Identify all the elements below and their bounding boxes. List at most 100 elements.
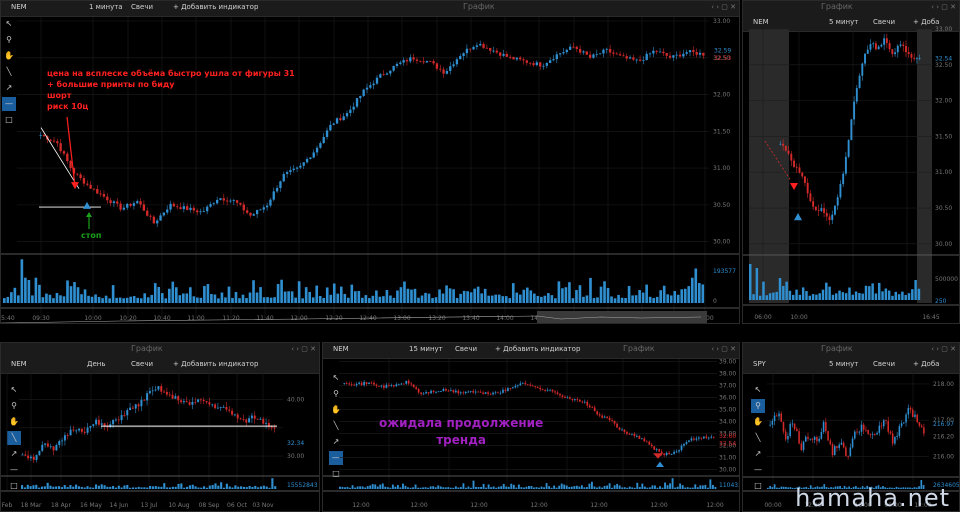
price-axis-label: 31.50 — [935, 133, 952, 140]
volume-bar — [690, 277, 694, 303]
candle — [658, 449, 661, 452]
candle — [705, 436, 708, 438]
volume-bar — [798, 294, 802, 300]
volume-bar — [917, 288, 921, 300]
candle — [157, 386, 160, 390]
chart-canvas[interactable]: 33.00 32.50 32.00 31.50 31.00 30.50 30.00 32.54… — [743, 1, 960, 324]
volume-bar — [494, 294, 498, 303]
volume-bar — [686, 487, 689, 489]
candle — [432, 61, 435, 64]
volume-bar — [83, 487, 86, 489]
candle — [415, 59, 419, 61]
candle — [844, 156, 847, 174]
candle — [462, 53, 465, 57]
candle — [259, 209, 262, 211]
volume-bar — [627, 286, 631, 303]
candle — [675, 54, 678, 56]
candle — [847, 456, 849, 457]
candle — [119, 203, 122, 210]
candle — [252, 214, 255, 216]
candle — [345, 383, 348, 384]
volume-bar — [636, 482, 639, 489]
volume-bar — [767, 487, 769, 489]
chart-canvas[interactable]: 40.00 32.34 30.00 15552843 Feb 18 Mar 18 Apr 16… — [1, 343, 320, 512]
candle — [225, 406, 228, 410]
candle — [773, 415, 776, 422]
time-axis-label: 12:00 — [352, 502, 369, 509]
candle — [586, 401, 589, 406]
candle — [52, 140, 56, 142]
candle — [845, 447, 847, 457]
candle — [628, 57, 632, 59]
candle — [645, 441, 648, 443]
candle — [315, 147, 319, 153]
volume-bar — [821, 289, 825, 300]
volume-bar — [160, 293, 164, 303]
volume-bar — [32, 485, 35, 489]
candle — [911, 409, 914, 417]
candle — [143, 399, 146, 401]
volume-bar — [543, 295, 547, 303]
candle — [804, 436, 807, 442]
chart-canvas[interactable]: 33.0032.5032.0031.5031.0030.5030.0015:40… — [1, 1, 740, 324]
candle — [415, 387, 418, 389]
volume-bar — [109, 486, 112, 489]
volume-bar — [674, 487, 677, 489]
volume-bar — [349, 487, 351, 489]
volume-bar — [257, 487, 260, 489]
candle — [149, 215, 152, 217]
volume-bar — [596, 487, 598, 489]
volume-bar — [580, 485, 583, 489]
volume-bar — [132, 296, 136, 303]
candle — [79, 174, 82, 179]
volume-bar — [357, 290, 361, 303]
volume-bar — [200, 487, 203, 489]
volume-bar — [578, 285, 582, 303]
volume-bar — [540, 486, 543, 489]
volume-bar — [220, 292, 224, 303]
volume-bar — [356, 486, 359, 489]
volume-bar — [610, 296, 613, 303]
candle — [265, 205, 269, 208]
volume-bar — [525, 287, 529, 303]
candle — [409, 57, 412, 62]
candle — [80, 428, 83, 432]
candle — [100, 423, 103, 425]
time-axis-label: 18 Apr — [51, 502, 71, 509]
candle — [665, 452, 668, 456]
volume-bar — [163, 483, 166, 489]
volume-bar — [274, 486, 277, 489]
volume-bar — [369, 485, 372, 489]
volume-bar — [631, 487, 634, 489]
candle — [182, 401, 185, 403]
volume-bar — [203, 486, 206, 489]
candle — [216, 407, 219, 409]
candle — [885, 420, 887, 422]
candle — [152, 216, 156, 224]
candle — [169, 203, 172, 210]
candle — [512, 56, 515, 60]
candle — [638, 59, 642, 61]
candle — [632, 57, 635, 60]
candle — [186, 206, 189, 210]
volume-bar — [472, 480, 475, 489]
candle — [655, 50, 658, 52]
candle — [137, 404, 140, 407]
volume-bar — [83, 289, 87, 303]
candle — [166, 209, 169, 213]
candle — [571, 398, 574, 401]
candle — [680, 445, 683, 451]
volume-bar — [501, 296, 505, 303]
candle — [907, 52, 910, 55]
candle — [665, 53, 668, 56]
volume-bar — [641, 483, 644, 489]
volume-bar — [611, 487, 614, 489]
volume-bar — [419, 487, 422, 489]
volume-bar — [714, 486, 717, 489]
candle — [861, 63, 864, 76]
candle — [585, 51, 588, 55]
candle — [75, 430, 78, 432]
price-axis-label: 31.00 — [935, 169, 952, 176]
price-axis-label: 39.00 — [719, 358, 736, 365]
volume-bar — [399, 487, 402, 489]
